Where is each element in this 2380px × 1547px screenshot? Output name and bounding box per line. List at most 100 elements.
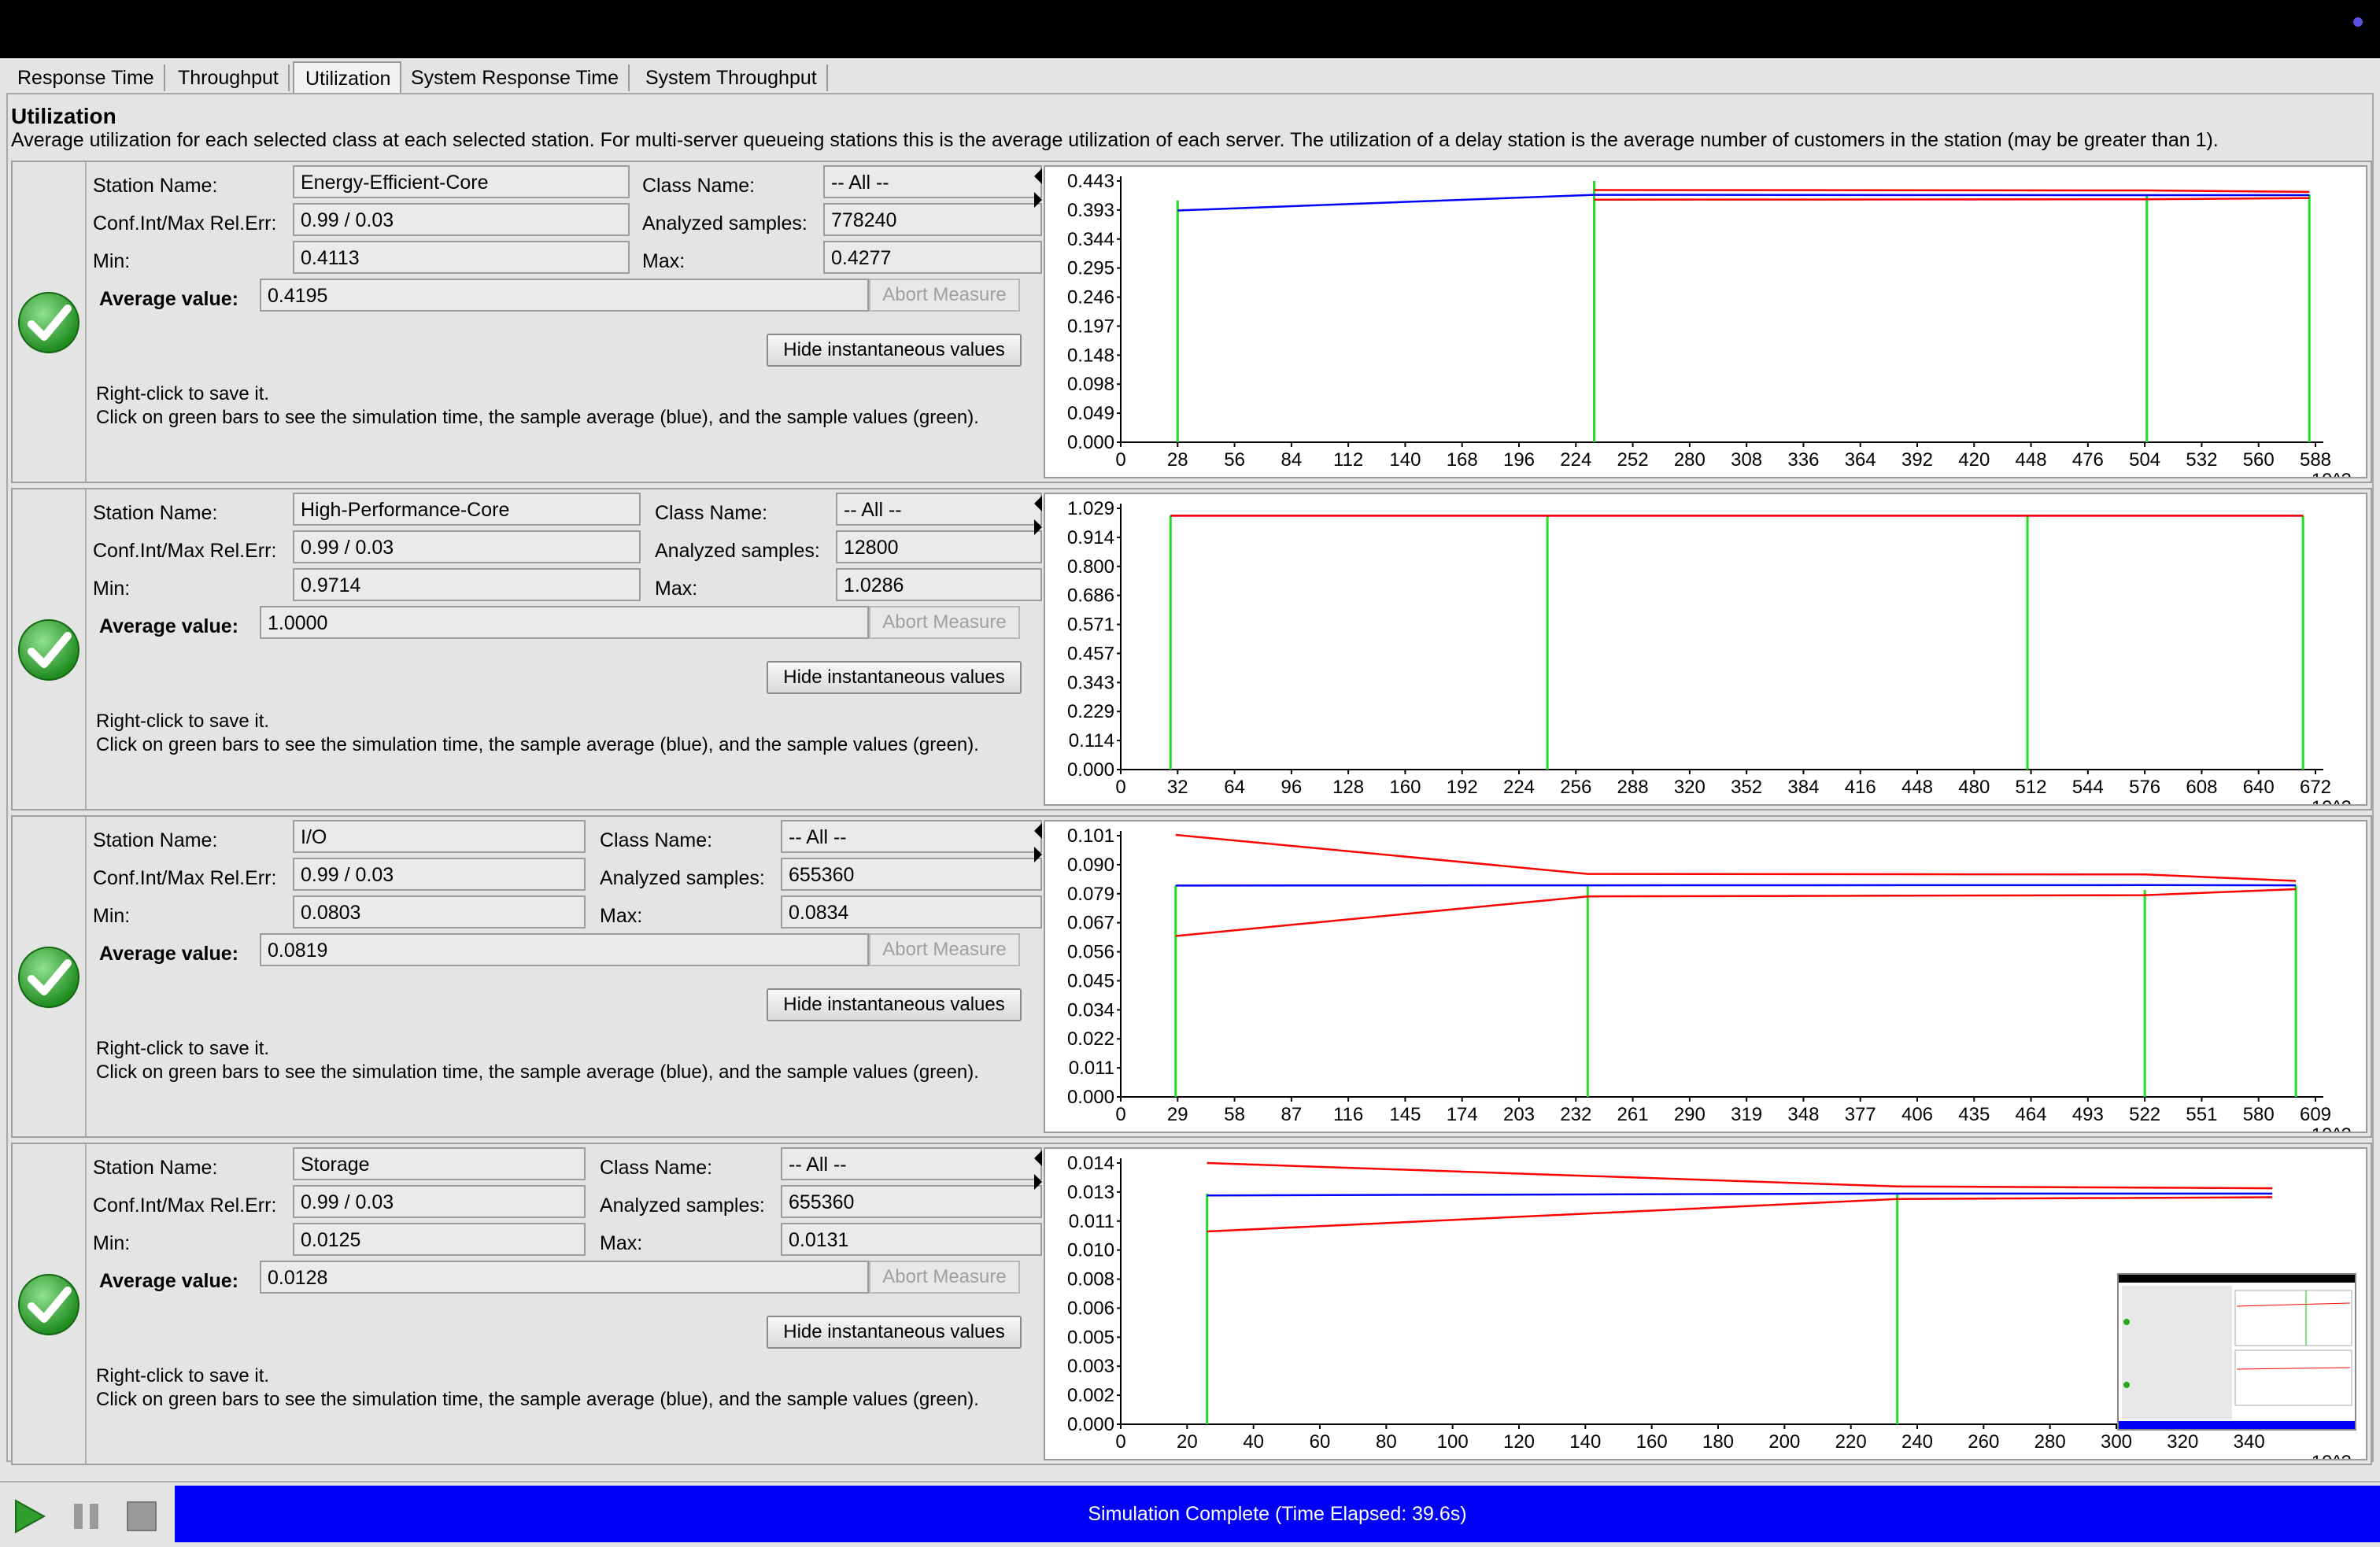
average-value-label: Average value: (99, 943, 238, 965)
chart-canvas[interactable]: 0.000 0.114 0.229 0.343 0.457 0.571 0.686 0.800… (1045, 494, 2366, 804)
x-tick-label: 168 (1447, 449, 1478, 471)
max-field[interactable]: 1.0286 (836, 568, 1042, 601)
save-hint-line: Right-click to save it. (96, 383, 270, 404)
max-field[interactable]: 0.0834 (781, 895, 1042, 929)
abort-measure-button[interactable]: Abort Measure (869, 279, 1020, 312)
hide-instantaneous-values-button[interactable]: Hide instantaneous values (767, 334, 1022, 367)
x-tick-label: 120 (1503, 1431, 1535, 1453)
collapse-arrows-icon[interactable] (1033, 820, 1044, 867)
chart-canvas[interactable]: 0.000 0.011 0.022 0.034 0.045 0.056 0.067 0.079… (1045, 821, 2366, 1132)
abort-measure-button[interactable]: Abort Measure (869, 606, 1020, 639)
collapse-arrows-icon[interactable] (1033, 493, 1044, 540)
y-tick-label: 0.800 (1067, 556, 1114, 578)
tab-utilization[interactable]: Utilization (293, 61, 402, 93)
y-tick-label: 0.067 (1067, 913, 1114, 934)
x-tick-label: 0 (1115, 1431, 1125, 1453)
utilization-chart[interactable]: 0.000 0.114 0.229 0.343 0.457 0.571 0.686 0.800… (1044, 493, 2367, 806)
station-name-field[interactable]: Energy-Efficient-Core (293, 165, 630, 198)
class-name-label: Class Name: (655, 502, 768, 524)
analyzed-samples-field[interactable]: 655360 (781, 858, 1042, 891)
class-name-field[interactable]: -- All -- (836, 493, 1042, 526)
hide-instantaneous-values-button[interactable]: Hide instantaneous values (767, 1316, 1022, 1349)
x-tick-label: 116 (1333, 1104, 1363, 1125)
utilization-chart[interactable]: 0.000 0.049 0.098 0.148 0.197 0.246 0.295 0.344… (1044, 165, 2367, 478)
station-name-field[interactable]: Storage (293, 1147, 586, 1180)
class-name-field[interactable]: -- All -- (781, 820, 1042, 853)
min-field[interactable]: 0.0125 (293, 1223, 586, 1256)
y-tick-label: 0.686 (1067, 585, 1114, 607)
x-tick-label: 551 (2186, 1104, 2217, 1125)
class-name-field[interactable]: -- All -- (781, 1147, 1042, 1180)
x-tick-label: 220 (1835, 1431, 1867, 1453)
average-value-field[interactable]: 0.0128 (260, 1261, 869, 1294)
conf-int-field[interactable]: 0.99 / 0.03 (293, 203, 630, 236)
check-icon (18, 292, 79, 353)
tab-throughput[interactable]: Throughput (167, 65, 290, 91)
max-field[interactable]: 0.4277 (823, 241, 1042, 274)
y-tick-label: 0.571 (1067, 615, 1114, 636)
hide-instantaneous-values-button[interactable]: Hide instantaneous values (767, 661, 1022, 694)
average-value-field[interactable]: 0.4195 (260, 279, 869, 312)
station-name-field[interactable]: I/O (293, 820, 586, 853)
y-tick-label: 0.295 (1067, 258, 1114, 279)
utilization-chart[interactable]: 0.000 0.011 0.022 0.034 0.045 0.056 0.067 0.079… (1044, 820, 2367, 1133)
analyzed-samples-field[interactable]: 12800 (836, 530, 1042, 563)
class-name-field[interactable]: -- All -- (823, 165, 1042, 198)
green-bar-hint-line: Click on green bars to see the simulatio… (96, 734, 979, 755)
station-name-field[interactable]: High-Performance-Core (293, 493, 641, 526)
tab-system-response-time[interactable]: System Response Time (400, 65, 630, 91)
average-value-label: Average value: (99, 615, 238, 637)
min-field[interactable]: 0.9714 (293, 568, 641, 601)
station-name-label: Station Name: (93, 1157, 218, 1179)
max-field[interactable]: 0.0131 (781, 1223, 1042, 1256)
y-tick-label: 0.457 (1067, 643, 1114, 664)
sample-average-line (1177, 194, 2310, 212)
analyzed-samples-field[interactable]: 655360 (781, 1185, 1042, 1218)
pause-icon[interactable] (69, 1499, 104, 1534)
conf-int-label: Conf.Int/Max Rel.Err: (93, 540, 277, 562)
tab-response-time[interactable]: Response Time (6, 65, 165, 91)
y-tick-label: 0.045 (1067, 970, 1114, 991)
hide-instantaneous-values-button[interactable]: Hide instantaneous values (767, 988, 1022, 1021)
x-tick-label: 588 (2300, 449, 2331, 471)
status-column (13, 489, 87, 809)
y-tick-label: 0.344 (1067, 229, 1114, 250)
min-field[interactable]: 0.0803 (293, 895, 586, 929)
collapse-arrows-icon[interactable] (1033, 165, 1044, 212)
min-label: Min: (93, 905, 131, 927)
conf-int-field[interactable]: 0.99 / 0.03 (293, 1185, 586, 1218)
save-hint-line: Right-click to save it. (96, 1365, 270, 1386)
y-tick-label: 0.443 (1067, 171, 1114, 192)
y-tick-label: 0.013 (1067, 1182, 1114, 1203)
x-tick-label: 160 (1636, 1431, 1668, 1453)
y-tick-label: 0.114 (1069, 730, 1114, 751)
collapse-arrows-icon[interactable] (1033, 1147, 1044, 1194)
play-icon[interactable] (13, 1499, 47, 1534)
analyzed-samples-label: Analyzed samples: (600, 867, 765, 889)
conf-int-field[interactable]: 0.99 / 0.03 (293, 858, 586, 891)
station-name-label: Station Name: (93, 829, 218, 851)
y-tick-label: 0.011 (1069, 1058, 1114, 1079)
abort-measure-button[interactable]: Abort Measure (869, 1261, 1020, 1294)
x-tick-label: 280 (2034, 1431, 2066, 1453)
y-tick-label: 0.079 (1067, 884, 1114, 905)
analyzed-samples-field[interactable]: 778240 (823, 203, 1042, 236)
x-tick-label: 640 (2243, 777, 2275, 798)
tab-system-throughput[interactable]: System Throughput (634, 65, 828, 91)
save-hint: Right-click to save it. Click on green b… (96, 710, 1009, 757)
average-value-field[interactable]: 0.0819 (260, 933, 869, 966)
average-value-field[interactable]: 1.0000 (260, 606, 869, 639)
x-tick-label: 416 (1845, 777, 1876, 798)
x-tick-label: 320 (2167, 1431, 2198, 1453)
save-hint-line: Right-click to save it. (96, 1038, 270, 1059)
conf-int-field[interactable]: 0.99 / 0.03 (293, 530, 641, 563)
abort-measure-button[interactable]: Abort Measure (869, 933, 1020, 966)
stop-icon[interactable] (124, 1499, 159, 1534)
x-tick-label: 448 (1901, 777, 1933, 798)
y-tick-label: 0.393 (1067, 200, 1114, 221)
chart-canvas[interactable]: 0.000 0.049 0.098 0.148 0.197 0.246 0.295 0.344… (1045, 167, 2366, 477)
window-thumbnail-preview[interactable] (2117, 1273, 2356, 1431)
min-field[interactable]: 0.4113 (293, 241, 630, 274)
x-tick-label: 464 (2016, 1104, 2047, 1125)
confidence-bound-line (1207, 1161, 2273, 1190)
